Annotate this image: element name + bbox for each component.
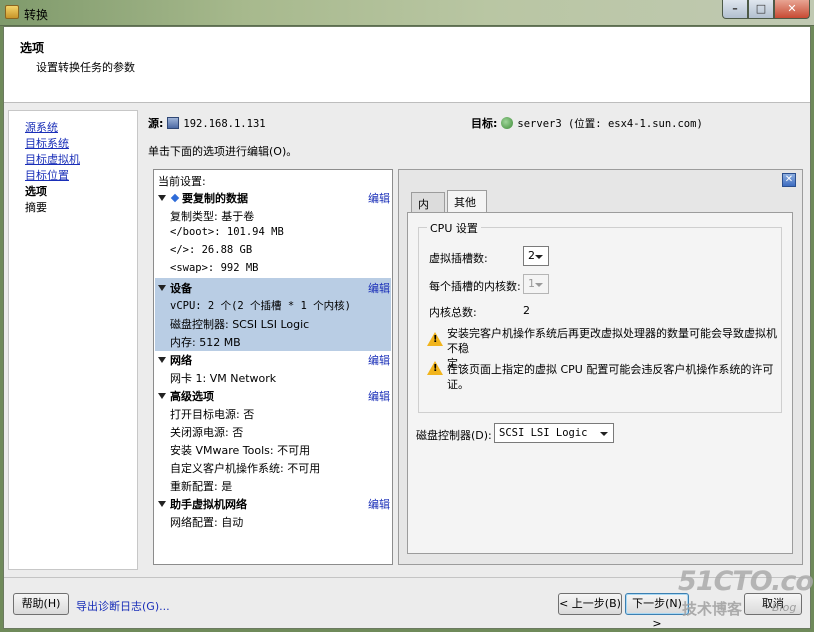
- tab-other-content: CPU 设置 虚拟插槽数: 2 每个插槽的内核数: 1 内核总数: 2 安装完客…: [407, 212, 793, 554]
- warning-icon: [427, 332, 443, 346]
- disk-controller-label: 磁盘控制器(D):: [416, 429, 492, 442]
- page-subtitle: 设置转换任务的参数: [36, 61, 135, 74]
- sockets-select[interactable]: 2: [523, 246, 549, 266]
- setting-line: </>: 26.88 GB: [170, 244, 253, 256]
- wizard-steps-nav: 源系统 目标系统 目标虚拟机 目标位置 选项 摘要: [8, 110, 138, 570]
- edit-helper-link[interactable]: 编辑: [368, 496, 390, 512]
- watermark-logo: 51CTO.com: [678, 566, 814, 597]
- instruction-text: 单击下面的选项进行编辑(O)。: [148, 145, 298, 158]
- target-value: server3 (位置: esx4-1.sun.com): [517, 118, 703, 130]
- wizard-window: 选项 设置转换任务的参数 源系统 目标系统 目标虚拟机 目标位置 选项 摘要 源…: [3, 26, 811, 630]
- watermark-subtitle: 技术博客: [682, 600, 743, 618]
- wizard-header: 选项 设置转换任务的参数: [4, 27, 810, 103]
- nav-step-target-vm[interactable]: 目标虚拟机: [25, 151, 80, 167]
- cores-per-socket-select: 1: [523, 274, 549, 294]
- nav-step-summary: 摘要: [25, 201, 47, 214]
- edit-devices-link[interactable]: 编辑: [368, 280, 390, 296]
- help-button[interactable]: 帮助(H): [13, 593, 69, 615]
- cores-per-socket-label: 每个插槽的内核数:: [429, 280, 521, 293]
- nav-step-target-location[interactable]: 目标位置: [25, 167, 69, 183]
- setting-line: vCPU: 2 个(2 个插槽 * 1 个内核): [170, 300, 351, 312]
- warning-text-2: 在该页面上指定的虚拟 CPU 配置可能会违反客户机操作系统的许可证。: [447, 363, 774, 391]
- setting-line: 安装 VMware Tools: 不可用: [170, 444, 311, 457]
- setting-line: 自定义客户机操作系统: 不可用: [170, 462, 321, 475]
- chevron-down-icon: [600, 432, 608, 436]
- nav-step-target-system[interactable]: 目标系统: [25, 135, 69, 151]
- setting-line: 网卡 1: VM Network: [170, 372, 277, 385]
- source-label: 源:: [148, 117, 164, 130]
- edit-advanced-link[interactable]: 编辑: [368, 388, 390, 404]
- expand-arrow-icon: [158, 393, 166, 399]
- total-cores-label: 内核总数:: [429, 306, 477, 319]
- setting-line: 内存: 512 MB: [170, 336, 241, 349]
- section-network[interactable]: 网络: [158, 352, 192, 368]
- watermark-blog: Blog: [772, 601, 797, 614]
- cpu-settings-group: CPU 设置 虚拟插槽数: 2 每个插槽的内核数: 1 内核总数: 2 安装完客…: [418, 220, 782, 413]
- chevron-down-icon: [535, 255, 543, 259]
- chevron-down-icon: [535, 283, 543, 287]
- current-settings-label: 当前设置:: [158, 175, 206, 188]
- info-diamond-icon: [170, 193, 180, 203]
- current-settings-panel: 当前设置: 要复制的数据 编辑 复制类型: 基于卷 </boot>: 101.9…: [153, 169, 393, 565]
- setting-line: 网络配置: 自动: [170, 516, 244, 529]
- total-cores-value: 2: [523, 304, 530, 317]
- nav-step-options: 选项: [25, 185, 47, 198]
- cpu-group-title: CPU 设置: [427, 220, 481, 236]
- title-bar: 转换 – □ ✕: [0, 0, 814, 26]
- section-helper-vm-network[interactable]: 助手虚拟机网络: [158, 496, 247, 512]
- minimize-button[interactable]: –: [722, 0, 748, 19]
- setting-line: 关闭源电源: 否: [170, 426, 244, 439]
- disk-controller-value: SCSI LSI Logic: [499, 427, 588, 439]
- setting-line: 重新配置: 是: [170, 480, 233, 493]
- target-label: 目标:: [471, 117, 498, 130]
- maximize-button[interactable]: □: [748, 0, 774, 19]
- tab-memory[interactable]: 内存: [411, 192, 445, 227]
- close-panel-icon[interactable]: ✕: [782, 173, 796, 187]
- setting-line: </boot>: 101.94 MB: [170, 226, 284, 238]
- setting-line: 复制类型: 基于卷: [170, 210, 255, 223]
- window-title: 转换: [24, 8, 49, 22]
- source-value: 192.168.1.131: [183, 118, 266, 130]
- sockets-value: 2: [528, 249, 535, 262]
- warning-icon: [427, 361, 443, 375]
- section-advanced-options[interactable]: 高级选项: [158, 388, 214, 404]
- setting-line: 打开目标电源: 否: [170, 408, 255, 421]
- expand-arrow-icon: [158, 501, 166, 507]
- edit-data-link[interactable]: 编辑: [368, 190, 390, 206]
- nav-step-source-system[interactable]: 源系统: [25, 119, 58, 135]
- physical-machine-icon: [167, 117, 180, 129]
- expand-arrow-icon: [158, 285, 166, 291]
- target-info: 目标: server3 (位置: esx4-1.sun.com): [471, 115, 703, 131]
- sockets-label: 虚拟插槽数:: [429, 252, 488, 265]
- esx-server-icon: [501, 117, 514, 129]
- expand-arrow-icon: [158, 357, 166, 363]
- edit-network-link[interactable]: 编辑: [368, 352, 390, 368]
- tab-other[interactable]: 其他: [447, 190, 487, 213]
- cores-value: 1: [528, 277, 535, 290]
- page-title: 选项: [20, 41, 45, 55]
- export-diagnostic-log-link[interactable]: 导出诊断日志(G)...: [76, 598, 170, 614]
- back-button[interactable]: < 上一步(B): [558, 593, 622, 615]
- setting-line: <swap>: 992 MB: [170, 262, 259, 274]
- device-edit-panel: ✕ 内存 其他 CPU 设置 虚拟插槽数: 2 每个插槽的内核数: 1 内核总数…: [398, 169, 803, 565]
- setting-line: 磁盘控制器: SCSI LSI Logic: [170, 318, 310, 331]
- source-info: 源: 192.168.1.131: [148, 115, 266, 131]
- section-data-to-copy[interactable]: 要复制的数据: [158, 190, 248, 206]
- disk-controller-select[interactable]: SCSI LSI Logic: [494, 423, 614, 443]
- expand-arrow-icon: [158, 195, 166, 201]
- section-devices[interactable]: 设备: [158, 280, 192, 296]
- converter-app-icon: [5, 5, 19, 19]
- close-window-button[interactable]: ✕: [774, 0, 810, 19]
